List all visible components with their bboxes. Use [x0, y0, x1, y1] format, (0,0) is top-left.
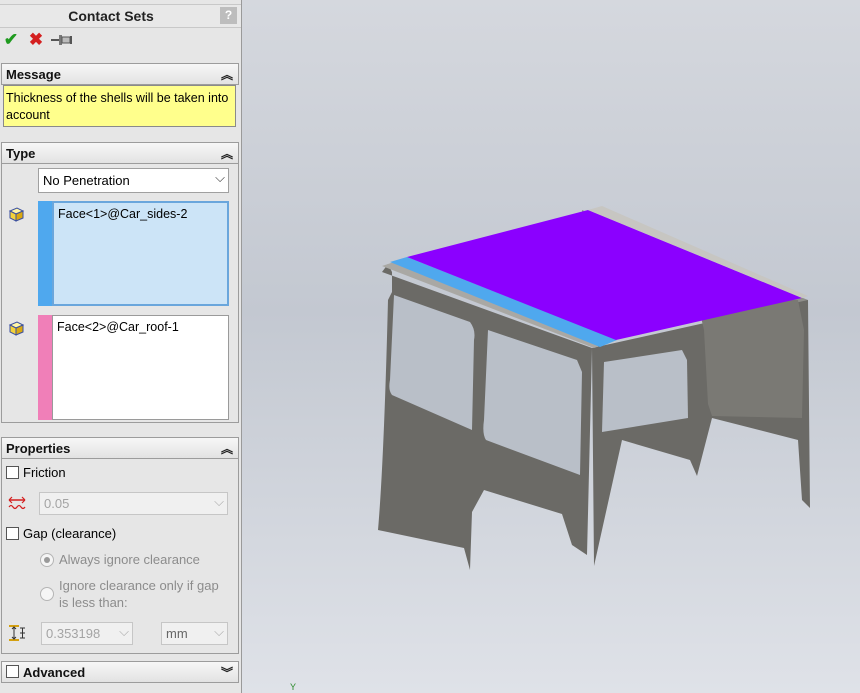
- chevron-down-icon: ⌵: [215, 170, 225, 185]
- friction-coefficient-icon: [8, 496, 26, 510]
- face-selection-cube-icon: [7, 319, 25, 337]
- panel-titlebar: Contact Sets ?: [0, 4, 241, 28]
- always-ignore-label: Always ignore clearance: [59, 552, 200, 567]
- message-box: Thickness of the shells will be taken in…: [3, 85, 236, 127]
- type-section-header[interactable]: Type ︽: [1, 142, 239, 164]
- advanced-header-label: Advanced: [23, 665, 86, 680]
- cancel-x-icon[interactable]: ✖: [26, 30, 46, 50]
- gap-value: 0.353198: [46, 626, 101, 641]
- unit-value: mm: [166, 626, 188, 641]
- friction-checkbox[interactable]: [6, 466, 19, 479]
- expand-chevron-icon[interactable]: ︾: [221, 664, 233, 681]
- y-axis-label: Y: [290, 682, 297, 692]
- face-selection-cube-icon: [7, 205, 25, 223]
- set1-face-item[interactable]: Face<1>@Car_sides-2: [58, 207, 187, 221]
- set2-color-bar: [38, 315, 52, 420]
- gap-value-input[interactable]: 0.353198 ⌵: [41, 622, 133, 645]
- collapse-chevron-icon[interactable]: ︽: [221, 145, 233, 162]
- car-shell-model[interactable]: [242, 0, 860, 693]
- ignore-if-less-radio[interactable]: [40, 587, 54, 601]
- advanced-checkbox[interactable]: [6, 665, 19, 678]
- gap-clearance-checkbox[interactable]: [6, 527, 19, 540]
- type-header-label: Type: [6, 146, 36, 161]
- friction-value: 0.05: [44, 496, 70, 511]
- set2-face-item[interactable]: Face<2>@Car_roof-1: [57, 320, 179, 334]
- collapse-chevron-icon[interactable]: ︽: [221, 440, 233, 457]
- ignore-if-less-label-line2: is less than:: [59, 595, 128, 610]
- gap-clearance-label: Gap (clearance): [23, 526, 117, 541]
- confirm-toolbar: ✔ ✖: [0, 30, 241, 52]
- friction-value-input[interactable]: 0.05 ⌵: [39, 492, 228, 515]
- help-icon[interactable]: ?: [220, 7, 237, 24]
- set1-face-list[interactable]: Face<1>@Car_sides-2: [52, 201, 229, 306]
- ok-checkmark-icon[interactable]: ✔: [1, 30, 21, 50]
- set2-face-list[interactable]: Face<2>@Car_roof-1: [52, 315, 229, 420]
- panel-title: Contact Sets: [68, 8, 154, 24]
- properties-header-label: Properties: [6, 441, 71, 456]
- ignore-if-less-label-line1: Ignore clearance only if gap: [59, 578, 219, 593]
- graphics-viewport[interactable]: Y: [242, 0, 860, 693]
- set1-color-bar: [38, 201, 52, 306]
- property-manager-panel: Contact Sets ? ✔ ✖ Message ︽ Thickness o…: [0, 0, 242, 693]
- message-header-label: Message: [6, 67, 61, 82]
- chevron-down-icon: ⌵: [119, 624, 129, 639]
- friction-label: Friction: [23, 465, 66, 480]
- advanced-section-header[interactable]: Advanced ︾: [1, 661, 239, 683]
- message-section-header[interactable]: Message ︽: [1, 63, 239, 85]
- pushpin-icon[interactable]: [51, 33, 73, 47]
- clearance-distance-icon: [8, 624, 26, 642]
- chevron-down-icon: ⌵: [214, 624, 224, 639]
- always-ignore-radio[interactable]: [40, 553, 54, 567]
- properties-section-header[interactable]: Properties ︽: [1, 437, 239, 459]
- contact-type-value: No Penetration: [43, 173, 130, 188]
- unit-select[interactable]: mm ⌵: [161, 622, 228, 645]
- chevron-down-icon: ⌵: [214, 494, 224, 509]
- collapse-chevron-icon[interactable]: ︽: [221, 66, 233, 83]
- contact-type-select[interactable]: No Penetration ⌵: [38, 168, 229, 193]
